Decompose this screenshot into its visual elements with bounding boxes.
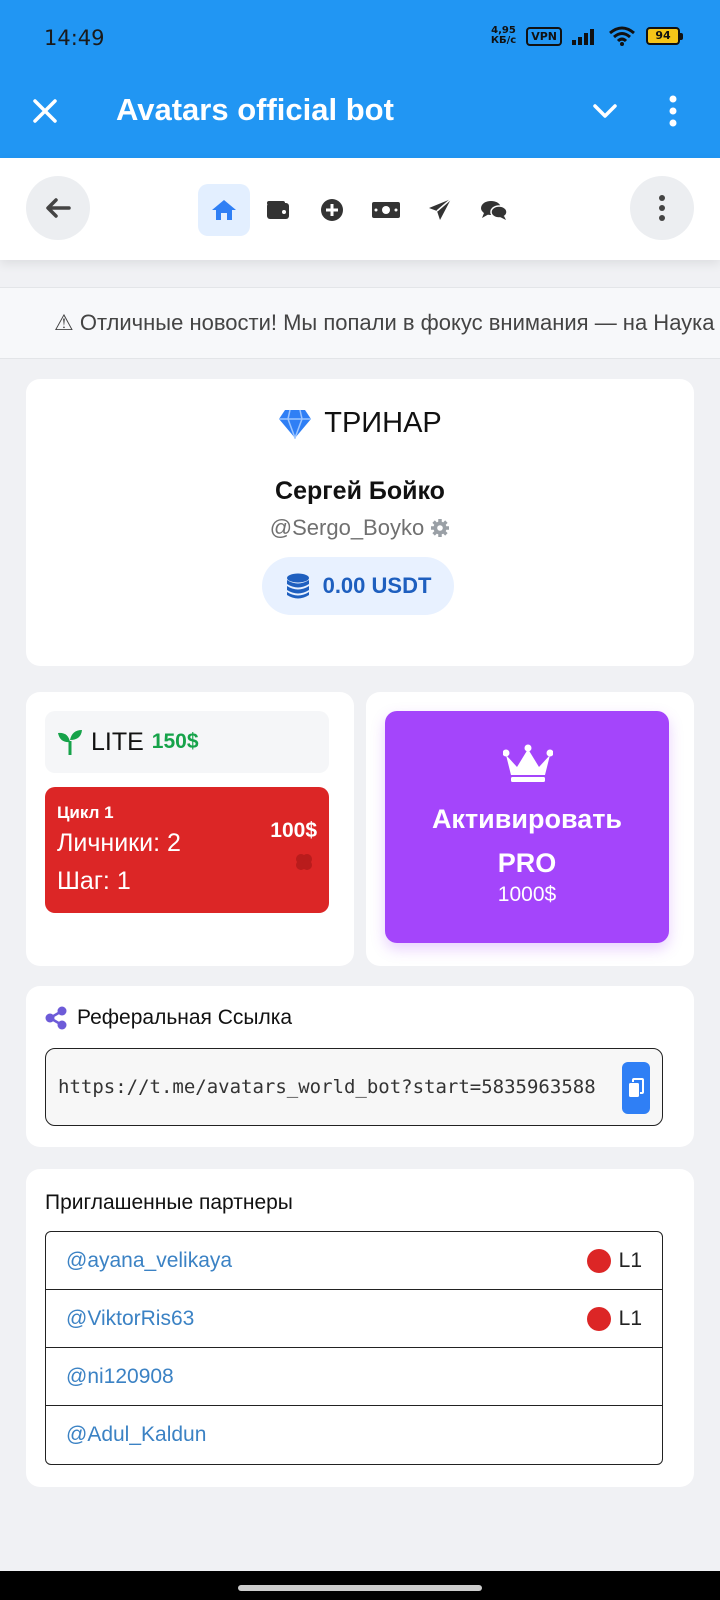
telegram-header: 14:49 4,95 КБ/с VPN 94 Avatars official … — [0, 0, 720, 158]
diamond-icon — [279, 409, 312, 439]
user-handle-row: @Sergo_Boyko — [26, 515, 694, 541]
signal-icon — [572, 29, 594, 45]
menu-button[interactable] — [630, 176, 694, 240]
partners-card: Приглашенные партнеры @ayana_velikaya L1… — [26, 1169, 694, 1487]
pro-title: Активировать PRO — [431, 804, 623, 878]
chat-icon — [481, 201, 508, 220]
user-name: Сергей Бойко — [275, 477, 445, 505]
crown-icon — [503, 744, 553, 782]
back-button[interactable] — [26, 176, 90, 240]
nav-add[interactable] — [306, 184, 358, 236]
referral-card: Реферальная Ссылка https://t.me/avatars_… — [26, 986, 694, 1147]
more-vertical-icon — [659, 195, 665, 221]
share-icon — [45, 1006, 67, 1030]
level-dot-icon — [586, 1306, 611, 1331]
partner-name[interactable]: @ni120908 — [66, 1365, 174, 1389]
table-row[interactable]: @ni120908 — [46, 1348, 662, 1406]
cycle-title: Цикл 1 — [57, 803, 114, 822]
status-icons: 4,95 КБ/с VPN 94 — [490, 25, 683, 46]
rank-name: ТРИНАР — [324, 407, 442, 439]
pro-price: 1000$ — [497, 883, 557, 906]
pro-card: Активировать PRO 1000$ — [366, 692, 694, 966]
vpn-badge: VPN — [526, 26, 562, 46]
lite-price: 150$ — [151, 730, 199, 753]
nav-send[interactable] — [414, 184, 466, 236]
clover-icon — [296, 854, 312, 870]
personal-count: Личники: 2 — [57, 829, 181, 857]
level-dot-icon — [586, 1248, 611, 1273]
referral-header: Реферальная Ссылка — [45, 1006, 292, 1030]
wifi-icon — [609, 26, 635, 46]
partners-table: @ayana_velikaya L1 @ViktorRis63 L1 @ni12… — [45, 1231, 663, 1465]
arrow-left-icon — [46, 198, 71, 218]
nav-wallet[interactable] — [252, 184, 304, 236]
partner-name[interactable]: @Adul_Kaldun — [66, 1423, 206, 1447]
partner-level: L1 — [586, 1248, 642, 1273]
close-icon[interactable] — [28, 94, 62, 128]
web-nav-bar — [0, 158, 720, 260]
nav-icons — [198, 184, 520, 236]
lite-name: LITE — [91, 727, 144, 756]
send-icon — [429, 198, 452, 220]
activate-pro-button[interactable]: Активировать PRO 1000$ — [385, 711, 669, 943]
balance-value: 0.00 USDT — [322, 573, 432, 598]
copy-button[interactable] — [622, 1062, 650, 1114]
nav-money[interactable] — [360, 184, 412, 236]
battery-indicator: 94 — [646, 27, 683, 45]
balance-pill: 0.00 USDT — [262, 557, 454, 615]
user-handle: @Sergo_Boyko — [269, 515, 425, 540]
partners-title: Приглашенные партнеры — [45, 1191, 293, 1214]
seedling-icon — [58, 730, 82, 755]
cycle-box[interactable]: Цикл 1 Личники: 2 Шаг: 1 100$ — [45, 787, 329, 913]
lite-header: LITE 150$ — [45, 711, 329, 773]
coins-icon — [286, 573, 309, 599]
step-count: Шаг: 1 — [57, 867, 131, 895]
copy-icon — [629, 1078, 644, 1097]
partner-name[interactable]: @ViktorRis63 — [66, 1307, 194, 1331]
table-row[interactable]: @ViktorRis63 L1 — [46, 1290, 662, 1348]
cycle-price: 100$ — [270, 819, 317, 842]
news-ticker: ⚠ Отличные новости! Мы попали в фокус вн… — [0, 287, 720, 359]
partner-level: L1 — [586, 1306, 642, 1331]
table-row[interactable]: @ayana_velikaya L1 — [46, 1232, 662, 1290]
table-row[interactable]: @Adul_Kaldun — [46, 1406, 662, 1464]
referral-link-field[interactable]: https://t.me/avatars_world_bot?start=583… — [45, 1048, 663, 1126]
profile-card: ТРИНАР Сергей Бойко @Sergo_Boyko 0.00 US… — [26, 379, 694, 666]
chevron-down-icon[interactable] — [590, 96, 620, 126]
status-time: 14:49 — [44, 26, 105, 50]
plus-circle-icon — [321, 199, 343, 221]
home-indicator[interactable] — [238, 1585, 482, 1591]
lite-card: LITE 150$ Цикл 1 Личники: 2 Шаг: 1 100$ — [26, 692, 354, 966]
money-icon — [372, 202, 400, 218]
ticker-text: ⚠ Отличные новости! Мы попали в фокус вн… — [54, 310, 715, 335]
app-title: Avatars official bot — [116, 92, 394, 127]
network-speed: 4,95 КБ/с — [490, 25, 517, 46]
home-icon — [212, 200, 236, 220]
gear-icon[interactable] — [430, 518, 450, 538]
nav-home[interactable] — [198, 184, 250, 236]
referral-link: https://t.me/avatars_world_bot?start=583… — [58, 1076, 596, 1098]
nav-chat[interactable] — [468, 184, 520, 236]
rank-label: ТРИНАР — [26, 407, 694, 440]
partner-name[interactable]: @ayana_velikaya — [66, 1249, 232, 1273]
referral-title: Реферальная Ссылка — [77, 1006, 293, 1029]
wallet-icon — [267, 201, 289, 219]
more-vertical-icon[interactable] — [666, 94, 680, 128]
